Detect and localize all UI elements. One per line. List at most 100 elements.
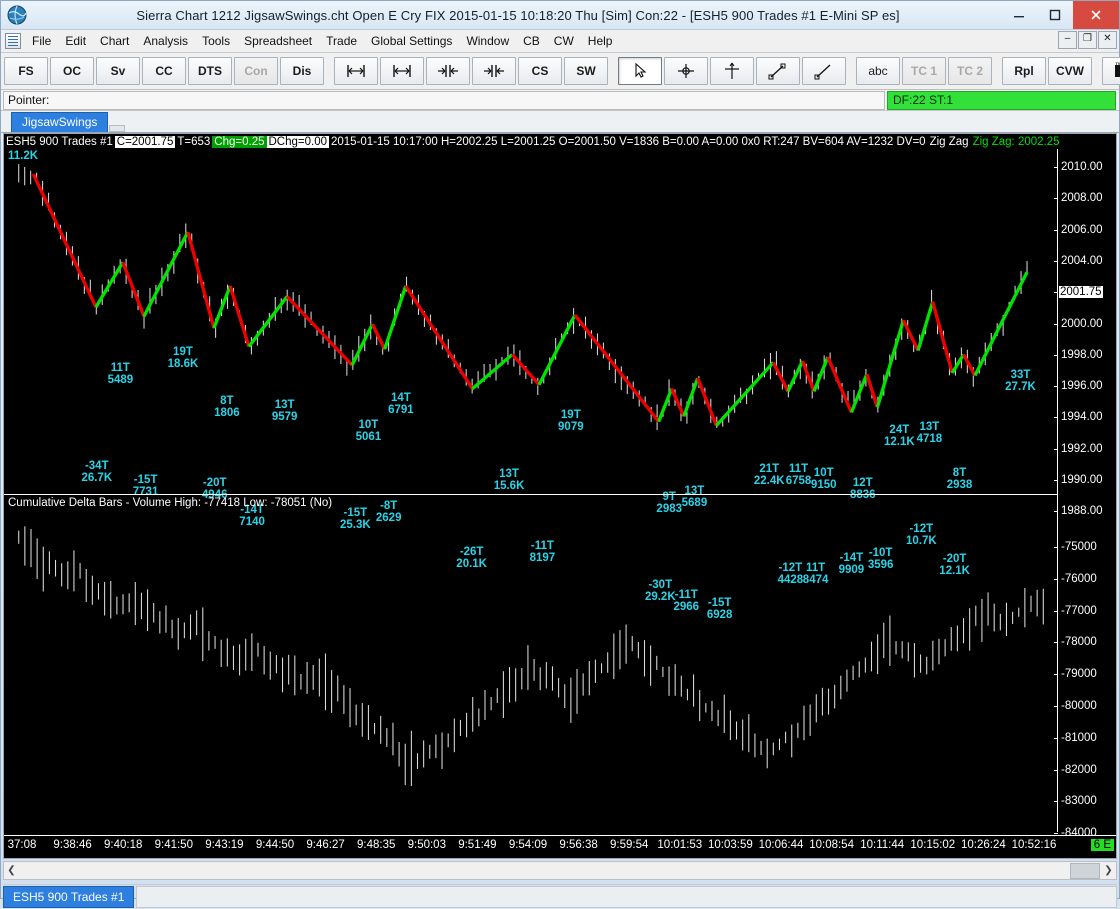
toolbar-button-abc[interactable]: abc <box>856 57 900 85</box>
svg-text:TWW: TWW <box>1116 62 1120 66</box>
swing-label-trades: 11T <box>108 362 134 374</box>
zigzag-down-segment <box>773 362 788 391</box>
app-logo-icon <box>7 5 27 25</box>
grid-plus-icon[interactable]: TWW <box>1102 57 1120 85</box>
swing-label-trades: 8T <box>214 395 240 407</box>
cumulative-delta-pane[interactable]: Cumulative Delta Bars - Volume High: -77… <box>4 494 1058 833</box>
zigzag-up-segment <box>539 315 575 385</box>
swing-label: 21T22.4K <box>754 463 785 487</box>
menu-item-trade[interactable]: Trade <box>319 32 364 50</box>
bars-compress2-icon[interactable] <box>472 57 516 85</box>
menu-item-spreadsheet[interactable]: Spreadsheet <box>237 32 319 50</box>
close-button[interactable] <box>1073 1 1119 29</box>
swing-label-volume: 9079 <box>558 421 584 433</box>
menu-item-cb[interactable]: CB <box>516 32 547 50</box>
toolbar-button-label: OC <box>63 64 81 78</box>
tab-add[interactable] <box>109 125 125 132</box>
price-pane[interactable]: -34T26.7K11T5489-15T773119T18.6K-20T4946… <box>4 149 1058 489</box>
menu-item-analysis[interactable]: Analysis <box>136 32 195 50</box>
scroll-right-button[interactable]: ❯ <box>1101 863 1116 878</box>
horizontal-scrollbar[interactable]: ❮ ❯ <box>3 861 1117 880</box>
toolbar-button-label: CC <box>155 64 172 78</box>
toolbar-button-dis[interactable]: Dis <box>280 57 324 85</box>
time-scale-axis[interactable]: 6 E 37:089:38:469:40:189:41:509:43:199:4… <box>4 835 1116 858</box>
toolbar-button-rpl[interactable]: Rpl <box>1002 57 1046 85</box>
axis-tick-mark <box>1054 449 1058 450</box>
zigzag-up-segment <box>918 302 933 351</box>
pointer-icon[interactable] <box>618 57 662 85</box>
menu-item-tools[interactable]: Tools <box>195 32 237 50</box>
swing-label: 19T9079 <box>558 409 584 433</box>
swing-label-trades: -20T <box>202 477 228 489</box>
line-icon[interactable] <box>756 57 800 85</box>
menu-item-chart[interactable]: Chart <box>93 32 136 50</box>
toolbar-button-sw[interactable]: SW <box>564 57 608 85</box>
price-axis-label: 1990.00 <box>1061 474 1103 486</box>
axis-tick-mark <box>1054 611 1058 612</box>
toolbar-button-label: Rpl <box>1014 64 1033 78</box>
toolbar-button-oc[interactable]: OC <box>50 57 94 85</box>
chart-window-button[interactable]: ESH5 900 Trades #1 <box>3 886 134 908</box>
time-axis-label: 10:15:02 <box>910 839 955 851</box>
bars-compress-icon[interactable] <box>426 57 470 85</box>
price-axis-label: 2006.00 <box>1061 224 1103 236</box>
mdi-close-button[interactable]: ✕ <box>1098 31 1117 49</box>
swing-label: 11T6758 <box>786 463 812 487</box>
window-buttons <box>1001 1 1119 29</box>
axis-tick-mark <box>1054 480 1058 481</box>
time-axis-label: 9:43:19 <box>205 839 243 851</box>
menu-item-file[interactable]: File <box>25 32 58 50</box>
vcross-icon[interactable] <box>710 57 754 85</box>
scroll-left-button[interactable]: ❮ <box>4 863 19 878</box>
axis-tick-mark <box>1054 167 1058 168</box>
toolbar-button-cc[interactable]: CC <box>142 57 186 85</box>
data-feed-status: DF:22 ST:1 <box>887 91 1116 110</box>
time-axis-label: 10:08:54 <box>809 839 854 851</box>
zigzag-up-segment <box>975 272 1027 375</box>
ray-icon[interactable] <box>802 57 846 85</box>
menu-item-cw[interactable]: CW <box>547 32 581 50</box>
toolbar-button-label: CS <box>532 64 549 78</box>
scroll-thumb[interactable] <box>1070 863 1100 879</box>
zigzag-down-segment <box>672 389 684 417</box>
time-axis-badge: 6 E <box>1091 839 1114 851</box>
swing-label-trades: 10T <box>356 419 382 431</box>
zigzag-down-segment <box>698 378 717 425</box>
toolbar-button-cvw[interactable]: CVW <box>1048 57 1092 85</box>
maximize-button[interactable] <box>1037 1 1073 29</box>
bars-expand-icon[interactable] <box>334 57 378 85</box>
swing-label-trades: 12T <box>850 477 876 489</box>
delta-axis-label: -81000 <box>1061 732 1097 744</box>
toolbar-button-sv[interactable]: Sv <box>96 57 140 85</box>
price-scale-axis[interactable]: 2010.002008.002006.002004.002001.752000.… <box>1057 149 1116 832</box>
swing-label-volume: 15.6K <box>494 480 525 492</box>
delta-axis-label: -82000 <box>1061 764 1097 776</box>
toolbar-button-cs[interactable]: CS <box>518 57 562 85</box>
header-close: C=2001.75 <box>115 136 176 148</box>
swing-label-trades: 14T <box>388 392 414 404</box>
time-axis-label: 10:52:16 <box>1012 839 1057 851</box>
zigzag-up-segment <box>96 262 123 307</box>
zigzag-down-segment <box>123 262 144 316</box>
minimize-button[interactable] <box>1001 1 1037 29</box>
zigzag-down-segment <box>406 286 473 389</box>
swing-label: 11T5489 <box>108 362 134 386</box>
toolbar-button-label: Sv <box>111 64 126 78</box>
toolbar-button-fs[interactable]: FS <box>4 57 48 85</box>
chart-frame[interactable]: ESH5 900 Trades #1 C=2001.75 T=653 Chg=0… <box>3 133 1117 859</box>
crosshair-icon[interactable] <box>664 57 708 85</box>
toolbar-separator <box>1094 58 1100 84</box>
toolbar-button-label: FS <box>18 64 33 78</box>
bars-expand2-icon[interactable] <box>380 57 424 85</box>
menu-item-global-settings[interactable]: Global Settings <box>364 32 459 50</box>
tab-jigsawswings[interactable]: JigsawSwings <box>11 112 108 132</box>
menu-item-help[interactable]: Help <box>581 32 620 50</box>
mdi-restore-button[interactable]: ❐ <box>1078 31 1097 49</box>
menu-item-window[interactable]: Window <box>459 32 516 50</box>
mdi-minimize-button[interactable]: – <box>1058 31 1077 49</box>
toolbar-button-dts[interactable]: DTS <box>188 57 232 85</box>
status-bar-rest <box>136 886 1117 908</box>
menu-item-edit[interactable]: Edit <box>58 32 93 50</box>
time-axis-label: 9:41:50 <box>155 839 193 851</box>
swing-label-volume: 5061 <box>356 431 382 443</box>
